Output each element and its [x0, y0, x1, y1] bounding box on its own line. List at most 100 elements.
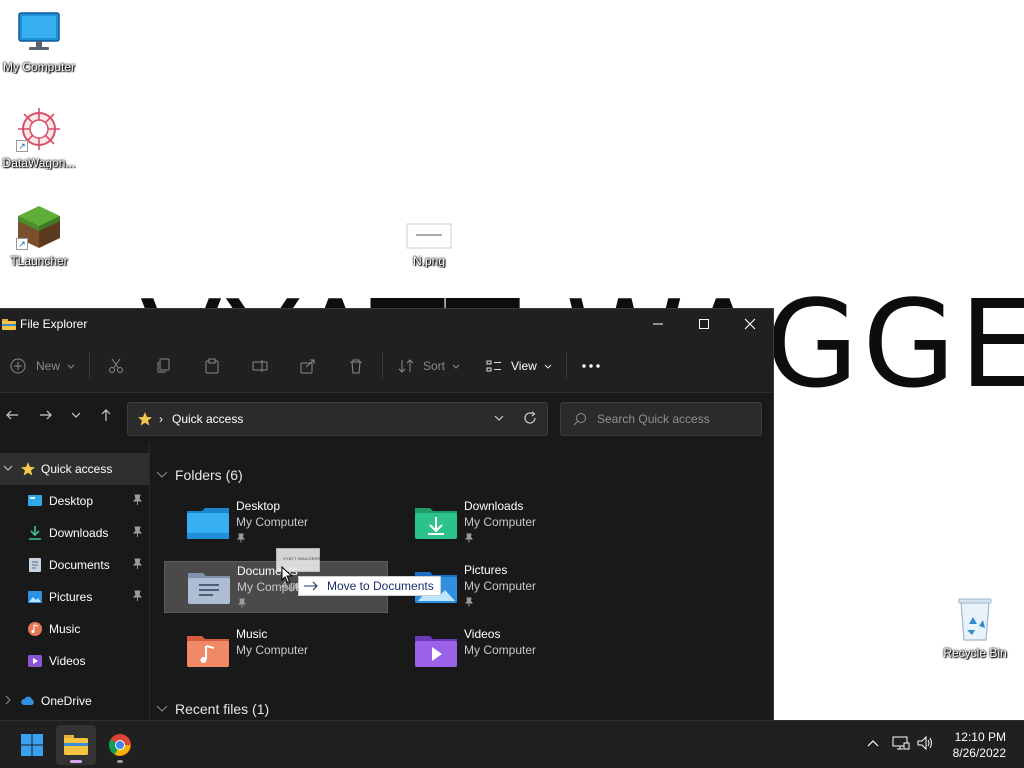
nav-item-videos[interactable]: Videos: [0, 645, 149, 677]
title-bar[interactable]: File Explorer: [0, 309, 773, 339]
see-more-button[interactable]: [582, 339, 600, 393]
image-file-icon: [406, 218, 452, 250]
shortcut-arrow-icon: ↗: [16, 140, 28, 152]
file-explorer-window: File Explorer New Sort View › Quick acce…: [0, 308, 774, 720]
pin-icon[interactable]: [131, 558, 143, 570]
cut-button[interactable]: [108, 339, 124, 393]
move-arrow-icon: [304, 581, 318, 591]
paste-button[interactable]: [204, 339, 220, 393]
arrow-up-icon: [101, 409, 111, 421]
network-icon[interactable]: [892, 735, 910, 751]
content-area: Folders (6) Desktop My Computer Download…: [150, 443, 773, 720]
chrome-icon: [109, 734, 131, 756]
desktop-icon-my-computer[interactable]: My Computer: [0, 10, 78, 74]
folder-location: My Computer: [236, 515, 309, 529]
pin-icon: [237, 533, 245, 543]
start-button[interactable]: [12, 725, 52, 765]
star-icon: [138, 412, 152, 426]
datawagon-icon: ↗: [16, 106, 62, 152]
document-icon: [29, 558, 41, 572]
folder-tile-downloads[interactable]: Downloads My Computer: [392, 497, 616, 549]
desktop-icon-datawagon[interactable]: ↗ DataWagon...: [0, 106, 78, 170]
minecraft-block-icon: ↗: [16, 204, 62, 250]
video-icon: [28, 655, 42, 667]
close-button[interactable]: [727, 309, 773, 339]
desktop-icon-n-png[interactable]: N.png: [390, 218, 468, 268]
pin-icon[interactable]: [131, 526, 143, 538]
folder-tile-music[interactable]: Music My Computer: [164, 625, 388, 677]
download-icon: [29, 526, 41, 540]
view-button[interactable]: View: [486, 339, 553, 393]
desktop-icon-tlauncher[interactable]: ↗ TLauncher: [0, 204, 78, 268]
chevron-down-icon: [67, 364, 75, 369]
nav-item-music[interactable]: Music: [0, 613, 149, 645]
taskbar-file-explorer[interactable]: [56, 725, 96, 765]
chevron-down-icon: [544, 364, 552, 369]
minimize-icon: [653, 323, 663, 325]
desktop-icon-label: DataWagon...: [2, 156, 76, 170]
search-icon: [573, 413, 586, 426]
forward-button[interactable]: [34, 405, 58, 425]
volume-icon[interactable]: [917, 735, 935, 751]
clock-time: 12:10 PM: [954, 730, 1006, 744]
nav-item-onedrive[interactable]: OneDrive: [0, 685, 149, 717]
folder-tile-desktop[interactable]: Desktop My Computer: [164, 497, 388, 549]
desktop-icon-label: TLauncher: [10, 254, 68, 268]
chevron-right-icon[interactable]: [3, 695, 13, 705]
nav-item-downloads[interactable]: Downloads: [0, 517, 149, 549]
delete-button[interactable]: [348, 339, 364, 393]
rename-icon: [252, 360, 268, 372]
nav-item-pictures[interactable]: Pictures: [0, 581, 149, 613]
new-button[interactable]: New: [10, 339, 76, 393]
minimize-button[interactable]: [635, 309, 681, 339]
trash-icon: [350, 359, 362, 374]
nav-item-desktop[interactable]: Desktop: [0, 485, 149, 517]
nav-item-documents[interactable]: Documents: [0, 549, 149, 581]
copy-icon: [157, 358, 170, 373]
arrow-right-icon: [40, 410, 52, 420]
refresh-icon[interactable]: [523, 411, 537, 425]
up-button[interactable]: [94, 405, 118, 425]
clock[interactable]: 12:10 PM 8/26/2022: [953, 729, 1006, 761]
pin-icon[interactable]: [131, 494, 143, 506]
rename-button[interactable]: [252, 339, 268, 393]
recent-files-group-title: Recent files (1): [175, 701, 270, 717]
nav-item-label: Quick access: [41, 462, 113, 476]
chevron-down-icon: [156, 705, 168, 712]
taskbar-chrome[interactable]: [100, 725, 140, 765]
address-bar[interactable]: › Quick access: [127, 402, 548, 436]
chevron-down-icon[interactable]: [493, 412, 505, 424]
drag-thumbnail-text: VYATT WAGGERS: [283, 556, 321, 561]
folders-group-header[interactable]: Folders (6): [156, 465, 243, 485]
folder-name: Videos: [464, 627, 501, 641]
share-button[interactable]: [300, 339, 316, 393]
folders-group-title: Folders (6): [175, 467, 243, 483]
file-explorer-icon: [64, 735, 88, 755]
desktop-icon-recycle-bin[interactable]: Recycle Bin: [936, 596, 1014, 660]
folder-name: Downloads: [464, 499, 524, 513]
folder-tile-videos[interactable]: Videos My Computer: [392, 625, 616, 677]
paste-icon: [205, 358, 219, 374]
scissors-icon: [109, 358, 123, 373]
chevron-up-icon[interactable]: [866, 736, 880, 750]
view-icon: [486, 360, 501, 372]
recent-files-group-header[interactable]: Recent files (1): [156, 699, 269, 719]
close-icon: [744, 318, 756, 330]
back-button[interactable]: [0, 405, 24, 425]
maximize-button[interactable]: [681, 309, 727, 339]
nav-item-quick-access[interactable]: Quick access: [0, 453, 149, 485]
recent-locations-button[interactable]: [64, 405, 88, 425]
sort-button[interactable]: Sort: [398, 339, 461, 393]
sort-icon: [398, 359, 414, 373]
copy-button[interactable]: [156, 339, 172, 393]
folder-name: Music: [236, 627, 268, 641]
chevron-down-icon[interactable]: [3, 463, 13, 473]
videos-folder-icon: [415, 636, 457, 667]
pin-icon[interactable]: [131, 590, 143, 602]
breadcrumb-location[interactable]: Quick access: [172, 412, 243, 426]
view-label: View: [511, 359, 537, 373]
search-input[interactable]: Search Quick access: [560, 402, 762, 436]
windows-logo-icon: [21, 734, 43, 756]
nav-item-label: Videos: [49, 654, 86, 668]
navigation-pane: Quick access Desktop Downloads Documents: [0, 453, 149, 720]
